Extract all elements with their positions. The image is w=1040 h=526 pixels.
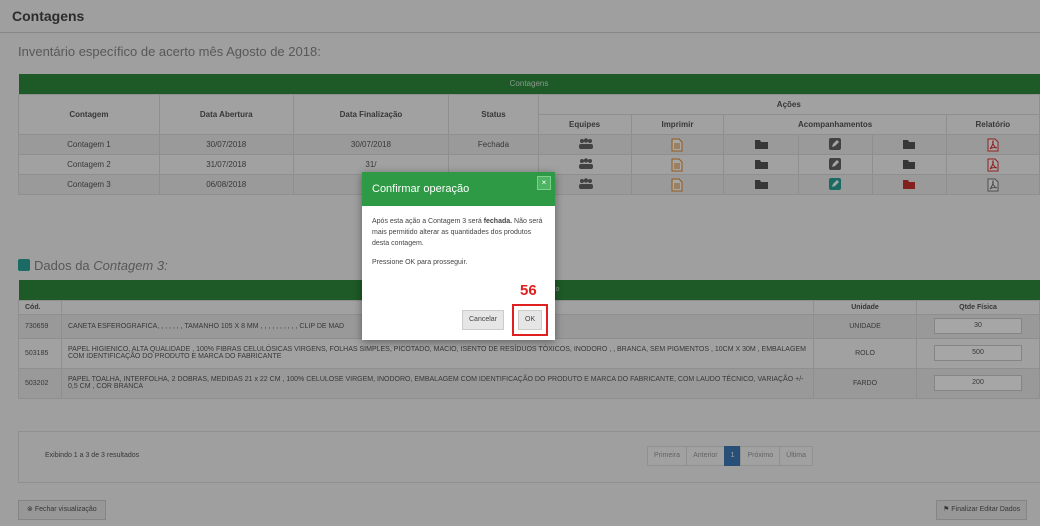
msg-bold: fechada. <box>483 218 513 225</box>
ok-highlight-box <box>512 304 548 336</box>
step-number: 56 <box>520 282 537 299</box>
dialog-body: Após esta ação a Contagem 3 será fechada… <box>362 206 555 268</box>
dialog-title: Confirmar operação <box>372 183 470 195</box>
msg-pre: Após esta ação a Contagem 3 será <box>372 218 484 225</box>
cancel-button[interactable]: Cancelar <box>462 310 505 330</box>
dialog-header: Confirmar operação × <box>362 172 555 206</box>
dialog-instruction: Pressione OK para prosseguir. <box>372 259 468 266</box>
close-icon[interactable]: × <box>537 176 551 190</box>
dialog-message: Após esta ação a Contagem 3 será fechada… <box>372 216 545 249</box>
